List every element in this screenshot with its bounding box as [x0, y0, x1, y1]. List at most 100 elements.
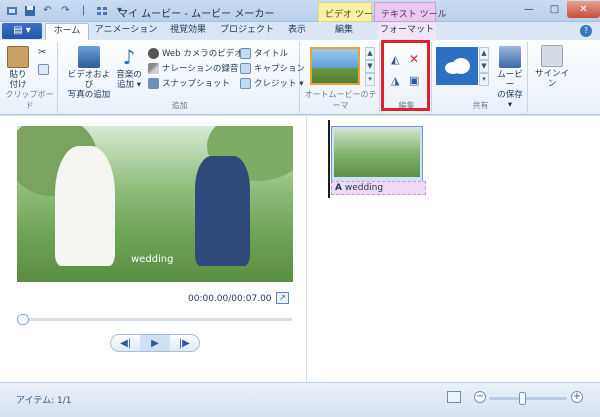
expand-preview-button[interactable]: ↗	[276, 292, 289, 304]
preview-scene	[195, 156, 250, 266]
item-count: アイテム: 1/1	[16, 396, 72, 406]
credits-icon	[240, 77, 251, 89]
tab-visual-effects[interactable]: 視覚効果	[162, 23, 214, 40]
tab-home[interactable]: ホーム	[45, 23, 89, 40]
help-icon[interactable]: ?	[580, 25, 592, 37]
music-note-icon: ♪	[122, 45, 136, 69]
film-icon	[78, 46, 100, 68]
add-group-label: 追加	[171, 101, 188, 110]
title-button[interactable]: タイトル	[240, 47, 288, 59]
next-frame-button[interactable]: |▶	[170, 335, 199, 351]
paste-icon	[7, 46, 29, 68]
caption-button[interactable]: キャプション	[240, 62, 305, 74]
main-area: wedding 00:00.00/00:07.00 ↗ ◀| ▶ |▶ A we…	[0, 116, 600, 382]
close-icon: ✕	[579, 4, 588, 15]
add-video-photo-button[interactable]: ビデオおよび 写真の追加	[64, 46, 114, 100]
previous-frame-button[interactable]: ◀|	[111, 335, 140, 351]
onedrive-share-button[interactable]	[436, 47, 478, 85]
automovie-theme-thumbnail[interactable]	[310, 47, 360, 85]
snapshot-label: スナップショット	[162, 79, 231, 89]
file-menu-button[interactable]: ▤ ▾	[2, 23, 42, 39]
theme-scroll-down-icon[interactable]: ▼	[365, 60, 375, 73]
add-video-photo-label: ビデオおよび 写真の追加	[67, 70, 111, 100]
clipboard-group-label: クリップボード	[5, 90, 54, 110]
caption-icon	[240, 62, 251, 74]
credits-label: クレジット ▾	[254, 79, 304, 89]
record-narration-label: ナレーションの録音 ▾	[162, 64, 246, 74]
user-icon	[541, 45, 563, 67]
webcam-video-label: Web カメラのビデオ	[162, 49, 243, 59]
share-more-icon[interactable]: ▾	[479, 73, 489, 86]
storyboard-caption-bar[interactable]: A wedding	[331, 181, 426, 195]
theme-more-icon[interactable]: ▾	[365, 73, 375, 86]
window-title: マイ ムービー - ムービー メーカー	[118, 9, 275, 20]
previous-frame-icon: ◀|	[120, 337, 132, 349]
tab-project[interactable]: プロジェクト	[216, 23, 278, 40]
cut-button[interactable]: ✂	[38, 47, 46, 58]
preview-scene	[55, 146, 115, 266]
share-group: ▲ ▼ ▾ ムービー の保存 ▾ 共有	[434, 42, 528, 113]
tab-format[interactable]: フォーマット	[378, 23, 436, 40]
paste-label: 貼り 付け	[9, 70, 27, 90]
playback-time: 00:00.00/00:07.00	[188, 294, 272, 304]
preview-caption: wedding	[131, 254, 174, 265]
next-frame-icon: |▶	[178, 337, 190, 349]
file-menu-icon: ▤ ▾	[13, 25, 31, 36]
share-scroll-up-icon[interactable]: ▲	[479, 47, 489, 60]
theme-scroll-up-icon[interactable]: ▲	[365, 47, 375, 60]
zoom-in-button[interactable]: +	[571, 391, 583, 403]
onedrive-cloud-icon	[445, 58, 470, 74]
pane-divider[interactable]	[306, 116, 307, 382]
add-music-button[interactable]: ♪ 音楽の 追加 ▾	[114, 46, 144, 90]
save-movie-icon	[499, 46, 521, 68]
app-icon[interactable]	[4, 3, 19, 18]
copy-button[interactable]	[38, 64, 49, 75]
add-music-label: 音楽の 追加 ▾	[116, 70, 142, 90]
play-button[interactable]: ▶	[140, 335, 170, 351]
playhead[interactable]	[328, 120, 330, 198]
share-scroll-down-icon[interactable]: ▼	[479, 60, 489, 73]
seek-handle[interactable]	[17, 314, 29, 325]
zoom-handle[interactable]	[519, 392, 526, 405]
text-icon: A	[335, 183, 342, 193]
caption-label: キャプション	[254, 64, 306, 74]
share-group-label: 共有	[472, 101, 489, 110]
webcam-video-button[interactable]: Web カメラのビデオ	[148, 47, 243, 59]
zoom-in-icon: +	[572, 391, 582, 402]
layout-icon[interactable]	[94, 3, 109, 18]
automovie-group-label: オートムービーのテーマ	[304, 90, 377, 110]
cut-icon: ✂	[38, 47, 47, 58]
zoom-out-button[interactable]: −	[474, 391, 486, 403]
clip-thumbnail	[334, 129, 420, 177]
automovie-themes-group: ▲ ▼ ▾ オートムービーのテーマ	[302, 42, 380, 113]
minimize-icon: —	[524, 4, 534, 15]
copy-icon	[38, 64, 49, 75]
playback-controls: ◀| ▶ |▶	[110, 334, 200, 352]
close-button[interactable]: ✕	[567, 1, 600, 18]
credits-button[interactable]: クレジット ▾	[240, 77, 303, 89]
maximize-icon: □	[549, 4, 560, 15]
highlight-box	[381, 40, 430, 111]
clipboard-group: 貼り 付け ✂ クリップボード	[2, 42, 58, 113]
redo-icon[interactable]: ↷	[58, 3, 73, 18]
snapshot-button[interactable]: スナップショット	[148, 77, 230, 89]
tab-animation[interactable]: アニメーション	[92, 23, 160, 40]
maximize-button[interactable]: □	[542, 1, 567, 18]
minimize-button[interactable]: —	[516, 1, 542, 18]
sign-in-button[interactable]: サインイン	[531, 45, 573, 89]
seek-bar[interactable]	[17, 318, 292, 321]
snapshot-icon	[148, 77, 159, 89]
zoom-slider[interactable]	[489, 397, 567, 400]
paste-button[interactable]: 貼り 付け	[6, 46, 30, 90]
title-label: タイトル	[254, 49, 289, 59]
tab-edit[interactable]: 編集	[325, 23, 363, 40]
zoom-out-icon: −	[475, 391, 485, 402]
record-narration-button[interactable]: ナレーションの録音 ▾	[148, 62, 245, 74]
save-icon[interactable]	[22, 3, 37, 18]
undo-icon[interactable]: ↶	[40, 3, 55, 18]
expand-icon: ↗	[279, 293, 286, 302]
add-group: ビデオおよび 写真の追加 ♪ 音楽の 追加 ▾ Web カメラのビデオ ナレーシ…	[60, 42, 305, 113]
tab-view[interactable]: 表示	[280, 23, 314, 40]
preview-monitor[interactable]: wedding	[17, 126, 293, 282]
storyboard-view-icon[interactable]	[447, 391, 461, 403]
